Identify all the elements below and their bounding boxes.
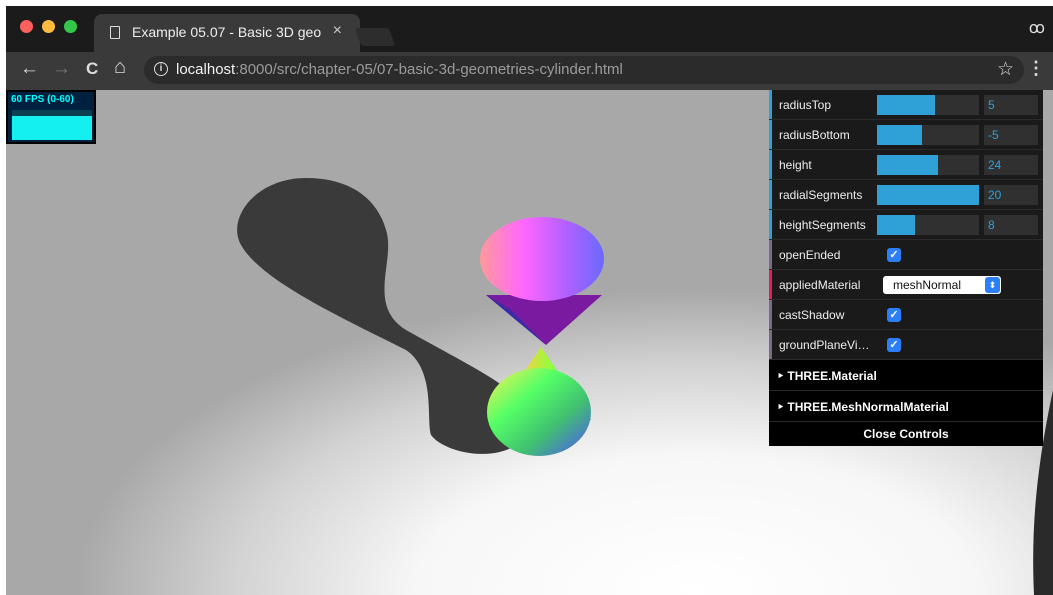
address-bar[interactable]: i localhost:8000/src/chapter-05/07-basic… [144,56,1024,84]
url-host: localhost [176,61,236,78]
maximize-window-button[interactable] [64,20,77,33]
dat-gui-panel: radiusTop 5 radiusBottom -5 height 24 radialSe… [769,90,1043,446]
control-label: radiusTop [779,98,832,112]
browser-window: Example 05.07 - Basic 3D geo × ꝏ ← → C ⌂… [6,6,1053,595]
appliedmaterial-select[interactable]: meshNormal ⬍ [883,276,1001,294]
control-castshadow: castShadow ✓ [769,300,1043,330]
groundplane-checkbox[interactable]: ✓ [887,338,901,352]
browser-tab[interactable]: Example 05.07 - Basic 3D geo × [94,14,360,52]
url-text: localhost:8000/src/chapter-05/07-basic-3… [176,61,623,78]
control-appliedmaterial: appliedMaterial meshNormal ⬍ [769,270,1043,300]
tab-close-icon[interactable]: × [333,22,342,40]
select-value: meshNormal [893,278,962,292]
select-arrow-icon: ⬍ [985,277,1000,293]
control-label: openEnded [779,248,841,262]
home-icon[interactable]: ⌂ [114,56,126,79]
number-input[interactable]: 8 [984,215,1038,235]
reload-icon[interactable]: C [86,59,98,79]
slider-track[interactable] [877,215,979,235]
fps-label: 60 FPS (0-60) [11,94,74,105]
control-radiusbottom: radiusBottom -5 [769,120,1043,150]
slider-track[interactable] [877,185,979,205]
control-radiustop: radiusTop 5 [769,90,1043,120]
folder-arrow-icon: ‣ [777,369,785,383]
close-window-button[interactable] [20,20,33,33]
control-label: radiusBottom [779,128,850,142]
close-controls-button[interactable]: Close Controls [769,422,1043,446]
webgl-canvas[interactable]: 60 FPS (0-60) radiusTop 5 radiusBottom -5 he… [6,90,1053,595]
menu-icon[interactable]: ⋮ [1027,58,1045,79]
slider-track[interactable] [877,155,979,175]
slider-fill [877,215,915,235]
folder-mesh-normal-material[interactable]: ‣ THREE.MeshNormalMaterial [769,391,1043,422]
browser-toolbar: ← → C ⌂ i localhost:8000/src/chapter-05/… [6,52,1053,90]
slider-fill [877,185,979,205]
control-openended: openEnded ✓ [769,240,1043,270]
control-label: radialSegments [779,188,863,202]
forward-icon[interactable]: → [52,58,71,80]
lower-cone-base [487,368,591,456]
control-label: castShadow [779,308,845,322]
folder-label: THREE.Material [787,369,877,383]
folder-three-material[interactable]: ‣ THREE.Material [769,360,1043,391]
slider-fill [877,155,939,175]
minimize-window-button[interactable] [42,20,55,33]
castshadow-checkbox[interactable]: ✓ [887,308,901,322]
control-height: height 24 [769,150,1043,180]
slider-fill [877,95,936,115]
tab-strip: Example 05.07 - Basic 3D geo × ꝏ [6,6,1053,52]
shadow-shape [237,178,530,454]
upper-cone [486,295,602,345]
upper-cone-cap [480,217,604,301]
folder-arrow-icon: ‣ [777,400,785,414]
slider-track[interactable] [877,125,979,145]
fps-graph-fill [12,116,92,140]
number-input[interactable]: 24 [984,155,1038,175]
url-path: :8000/src/chapter-05/07-basic-3d-geometr… [235,61,623,78]
control-radialsegments: radialSegments 20 [769,180,1043,210]
folder-label: THREE.MeshNormalMaterial [787,400,949,414]
control-heightsegments: heightSegments 8 [769,210,1043,240]
slider-track[interactable] [877,95,979,115]
slider-fill [877,125,922,145]
new-tab-button[interactable] [354,28,396,46]
control-label: heightSegments [779,218,866,232]
incognito-icon: ꝏ [1028,20,1045,37]
tab-title: Example 05.07 - Basic 3D geo [132,24,322,40]
number-input[interactable]: -5 [984,125,1038,145]
openended-checkbox[interactable]: ✓ [887,248,901,262]
number-input[interactable]: 5 [984,95,1038,115]
document-icon [110,26,120,39]
control-label: appliedMaterial [779,278,861,292]
info-icon[interactable]: i [154,62,168,76]
back-icon[interactable]: ← [20,58,39,80]
control-label: groundPlaneVi… [779,338,870,352]
fps-graph [12,110,92,140]
number-input[interactable]: 20 [984,185,1038,205]
bookmark-star-icon[interactable]: ☆ [997,58,1014,81]
control-label: height [779,158,812,172]
control-groundplanevisible: groundPlaneVi… ✓ [769,330,1043,360]
stats-fps-panel[interactable]: 60 FPS (0-60) [6,90,96,144]
